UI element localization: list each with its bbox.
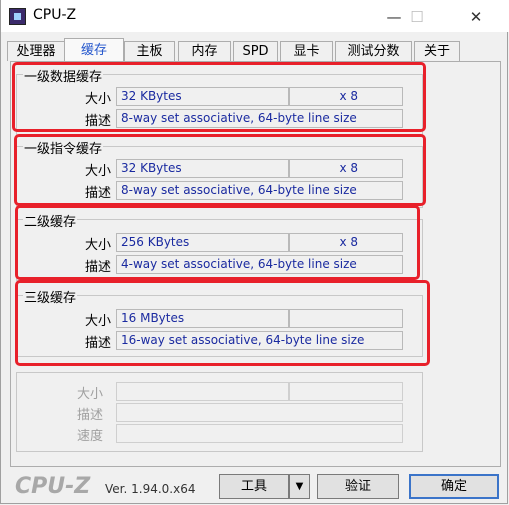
version-label: Ver. 1.94.0.x64 bbox=[105, 482, 196, 496]
highlight-box-l1i bbox=[14, 134, 426, 206]
cpuz-app-icon bbox=[9, 8, 26, 25]
highlight-box-l2 bbox=[15, 205, 420, 280]
tab-memory[interactable]: 内存 bbox=[178, 41, 231, 61]
extra-size-field bbox=[116, 382, 289, 401]
highlight-box-l3 bbox=[15, 280, 430, 366]
tab-spd[interactable]: SPD bbox=[233, 41, 278, 61]
highlight-box-l1d bbox=[12, 62, 426, 132]
maximize-button[interactable]: ☐ bbox=[394, 4, 440, 30]
desc-label-disabled: 描述 bbox=[76, 408, 103, 423]
validate-button[interactable]: 验证 bbox=[317, 474, 399, 499]
cpuz-window: CPU-Z — ☐ ✕ 处理器 缓存 主板 内存 SPD 显卡 测试分数 关于 … bbox=[0, 0, 509, 504]
title-bar[interactable]: CPU-Z — ☐ ✕ bbox=[1, 0, 509, 32]
tab-mainboard[interactable]: 主板 bbox=[124, 41, 175, 61]
tab-cache[interactable]: 缓存 bbox=[64, 38, 124, 62]
speed-label-disabled: 速度 bbox=[76, 429, 103, 444]
tab-about[interactable]: 关于 bbox=[414, 41, 460, 61]
tab-processor[interactable]: 处理器 bbox=[7, 41, 65, 61]
tab-bench[interactable]: 测试分数 bbox=[335, 41, 412, 61]
close-button[interactable]: ✕ bbox=[453, 4, 499, 30]
extra-speed-field bbox=[116, 424, 403, 443]
size-label-disabled: 大小 bbox=[76, 387, 103, 402]
tools-button[interactable]: 工具 bbox=[219, 474, 289, 499]
extra-desc-field bbox=[116, 403, 403, 422]
tools-dropdown-button[interactable]: ▼ bbox=[289, 474, 310, 499]
ok-button[interactable]: 确定 bbox=[409, 474, 499, 499]
footer-bar: CPU-Z Ver. 1.94.0.x64 工具 ▼ 验证 确定 bbox=[1, 470, 509, 504]
extra-count-field bbox=[289, 382, 403, 401]
cpuz-logo: CPU-Z bbox=[15, 474, 91, 499]
tab-graphics[interactable]: 显卡 bbox=[280, 41, 333, 61]
window-title: CPU-Z bbox=[33, 7, 77, 23]
